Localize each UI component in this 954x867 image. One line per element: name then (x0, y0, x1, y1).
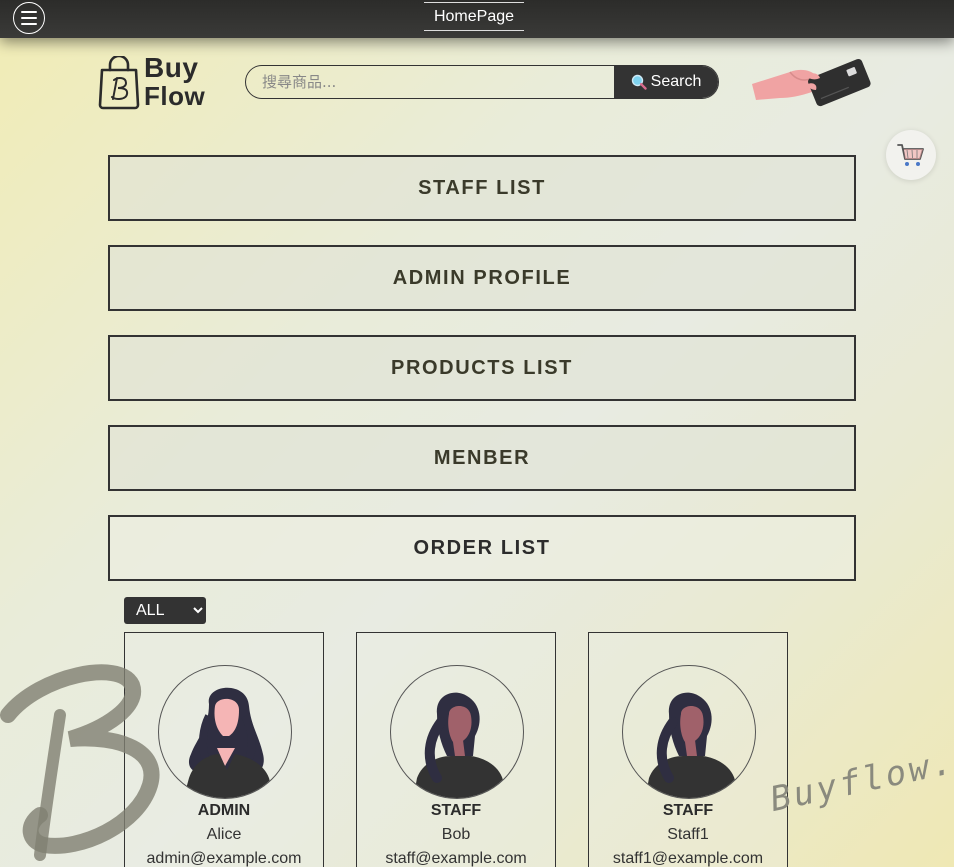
staff-list-button[interactable]: STAFF LIST (108, 155, 856, 221)
homepage-link[interactable]: HomePage (424, 2, 524, 31)
staff-role: ADMIN (197, 802, 251, 819)
products-list-button[interactable]: PRODUCTS LIST (108, 335, 856, 401)
staff-email: staff@example.com (385, 850, 527, 867)
shopping-cart-icon (897, 144, 924, 166)
hamburger-icon-line (21, 23, 37, 25)
hand-credit-card-icon (752, 58, 871, 107)
staff-card[interactable]: STAFF Staff1 staff1@example.com (588, 632, 788, 867)
staff-card[interactable]: ADMIN Alice admin@example.com (124, 632, 324, 867)
search-button[interactable]: Search (614, 66, 718, 98)
search-bar: Search (245, 65, 719, 99)
staff-email: admin@example.com (146, 850, 302, 867)
logo-line-2: Flow (144, 81, 206, 111)
search-input[interactable] (246, 66, 614, 98)
top-bar: HomePage (0, 0, 954, 38)
staff-email: staff1@example.com (612, 850, 764, 867)
woman-avatar-icon (183, 687, 275, 798)
woman-avatar-icon (413, 692, 507, 798)
order-list-button[interactable]: ORDER LIST (108, 515, 856, 581)
staff-name: Staff1 (667, 826, 709, 843)
shopping-bag-icon (98, 56, 140, 110)
staff-card[interactable]: STAFF Bob staff@example.com (356, 632, 556, 867)
woman-avatar-icon (645, 692, 739, 798)
staff-role: STAFF (430, 802, 482, 819)
staff-name: Bob (441, 826, 471, 843)
hamburger-icon-line (21, 17, 37, 19)
watermark-text: Buyflow. (766, 741, 954, 820)
staff-role: STAFF (662, 802, 714, 819)
hamburger-menu-button[interactable] (13, 2, 45, 34)
role-filter-select[interactable]: ALL (124, 597, 206, 624)
admin-profile-button[interactable]: ADMIN PROFILE (108, 245, 856, 311)
search-button-label: Search (650, 73, 702, 90)
member-button[interactable]: MENBER (108, 425, 856, 491)
magnifier-icon (631, 74, 647, 90)
avatar (158, 665, 292, 799)
staff-name: Alice (206, 826, 242, 843)
avatar (390, 665, 524, 799)
hamburger-icon-line (21, 11, 37, 13)
logo-line-1: Buy (144, 52, 199, 83)
cart-button[interactable] (886, 130, 936, 180)
logo-wordmark: Buy Flow (144, 52, 206, 111)
avatar (622, 665, 756, 799)
buyflow-logo[interactable]: Buy Flow (97, 54, 212, 110)
